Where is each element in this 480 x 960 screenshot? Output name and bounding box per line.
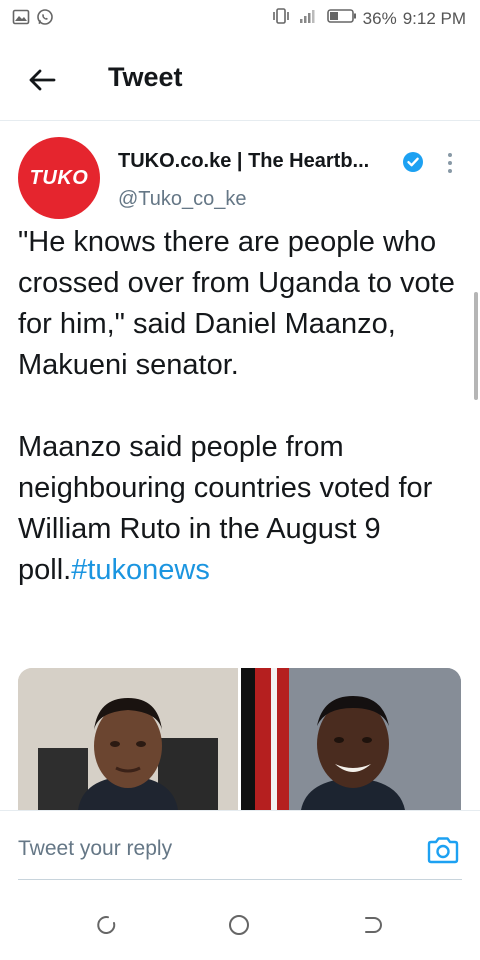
status-bar: 36% 9:12 PM bbox=[0, 0, 480, 36]
page-title: Tweet bbox=[108, 62, 183, 92]
back-nav-icon bbox=[365, 917, 382, 933]
hashtag-link[interactable]: #tukonews bbox=[71, 554, 210, 586]
reply-input[interactable]: Tweet your reply bbox=[18, 837, 172, 861]
more-options-button[interactable] bbox=[438, 148, 462, 178]
photo-william-ruto[interactable] bbox=[241, 668, 461, 810]
avatar-logo-text: TUKO bbox=[29, 166, 89, 189]
portrait-image bbox=[18, 668, 238, 810]
back-button[interactable] bbox=[22, 60, 62, 100]
tweet-media bbox=[18, 668, 461, 810]
more-dot-icon bbox=[448, 153, 452, 157]
portrait-image bbox=[241, 668, 461, 810]
recent-apps-button[interactable] bbox=[94, 912, 120, 938]
reply-bar: Tweet your reply bbox=[0, 810, 480, 891]
tweet-paragraph-1: "He knows there are people who crossed o… bbox=[18, 226, 455, 381]
arrow-left-icon bbox=[29, 69, 56, 91]
scrollbar[interactable] bbox=[474, 292, 478, 400]
system-nav-bar bbox=[0, 890, 480, 960]
author-avatar[interactable]: TUKO bbox=[18, 137, 100, 219]
gallery-notification-icon bbox=[12, 8, 30, 31]
home-circle-icon bbox=[229, 915, 249, 935]
verified-badge-icon bbox=[402, 151, 424, 178]
whatsapp-notification-icon bbox=[36, 8, 54, 31]
battery-percent: 36% bbox=[362, 8, 397, 28]
tweet-text: "He knows there are people who crossed o… bbox=[18, 222, 466, 591]
more-dot-icon bbox=[448, 161, 452, 165]
camera-icon bbox=[427, 837, 459, 864]
signal-icon bbox=[297, 7, 321, 30]
battery-icon bbox=[326, 8, 357, 29]
reply-underline bbox=[18, 879, 462, 880]
vibrate-icon bbox=[271, 7, 291, 30]
recent-apps-icon bbox=[97, 916, 116, 934]
clock: 9:12 PM bbox=[402, 8, 466, 28]
author-handle[interactable]: @Tuko_co_ke bbox=[118, 188, 247, 211]
camera-button[interactable] bbox=[426, 835, 460, 870]
top-bar: Tweet bbox=[0, 36, 480, 121]
more-dot-icon bbox=[448, 169, 452, 173]
tweet-paragraph-2: Maanzo said people from neighbouring cou… bbox=[18, 427, 466, 591]
author-name[interactable]: TUKO.co.ke | The Heartb... bbox=[118, 150, 369, 173]
photo-daniel-maanzo[interactable] bbox=[18, 668, 238, 810]
home-button[interactable] bbox=[226, 912, 252, 938]
back-nav-button[interactable] bbox=[360, 912, 386, 938]
